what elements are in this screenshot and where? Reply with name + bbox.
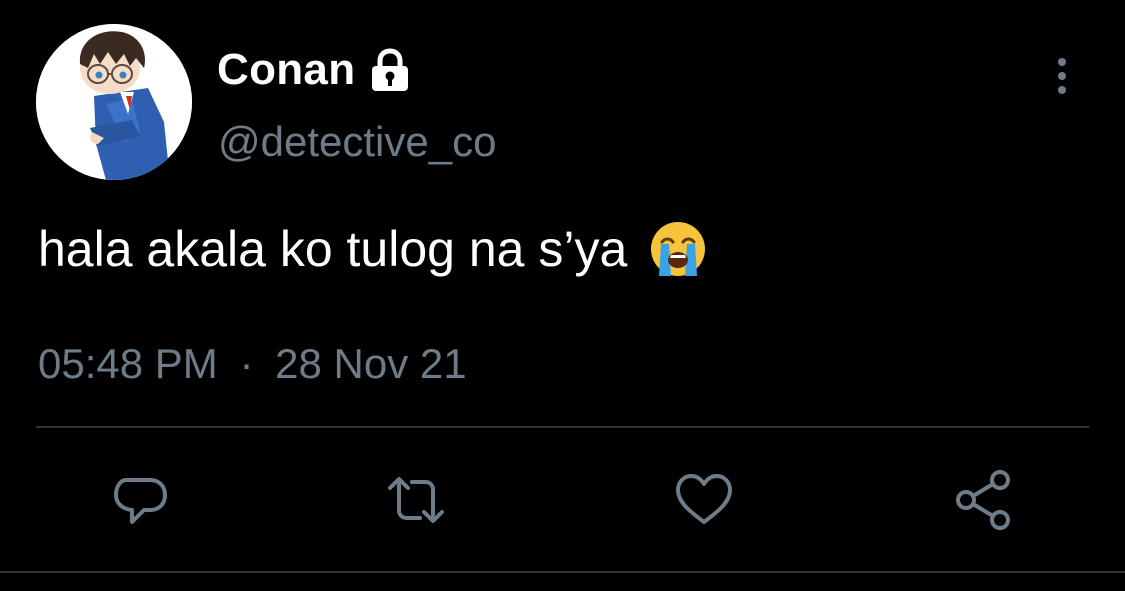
- handle[interactable]: @detective_co: [218, 118, 496, 166]
- avatar-image: [36, 24, 192, 180]
- tweet-card: Conan @detective_co hala akala ko tulog …: [0, 0, 1125, 591]
- meta-separator: ·: [239, 340, 254, 387]
- lock-icon: [367, 47, 413, 93]
- retweet-button[interactable]: [384, 468, 448, 532]
- tweet-text: hala akala ko tulog na s’ya: [38, 221, 628, 277]
- share-icon: [956, 470, 1010, 530]
- display-name-row: Conan: [217, 42, 413, 98]
- bottom-divider: [0, 571, 1125, 573]
- avatar[interactable]: [36, 24, 192, 180]
- comment-icon: [114, 478, 167, 524]
- tweet-time: 05:48 PM: [38, 340, 218, 387]
- like-button[interactable]: [672, 468, 736, 532]
- divider: [36, 426, 1089, 428]
- tweet-date: 28 Nov 21: [275, 340, 467, 387]
- loudly-crying-face-icon: [649, 220, 707, 278]
- share-button[interactable]: [952, 468, 1016, 532]
- display-name[interactable]: Conan: [217, 45, 355, 95]
- heart-icon: [676, 474, 732, 524]
- more-vertical-icon[interactable]: [1046, 56, 1078, 96]
- reply-button[interactable]: [108, 468, 172, 532]
- retweet-icon: [388, 477, 444, 523]
- tweet-timestamp[interactable]: 05:48 PM · 28 Nov 21: [38, 340, 467, 388]
- tweet-text-row: hala akala ko tulog na s’ya: [38, 220, 707, 278]
